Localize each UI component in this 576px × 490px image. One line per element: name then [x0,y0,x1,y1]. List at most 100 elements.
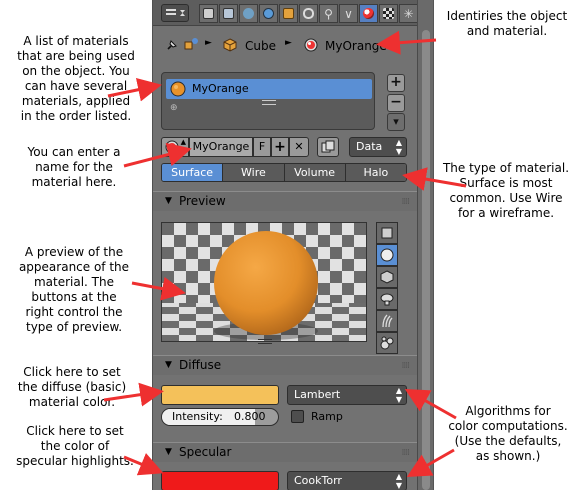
preview-resize-grip[interactable] [258,339,272,344]
ramp-checkbox[interactable] [291,410,304,423]
preview-plane-button[interactable] [376,222,398,244]
breadcrumb-separator: ► [205,38,212,48]
material-browse-icon [165,140,179,154]
intensity-value: 0.800 [234,410,266,423]
collapse-triangle-icon: ▼ [165,447,172,457]
ramp-label: Ramp [311,410,343,423]
add-slot-button[interactable]: + [387,74,405,92]
object-icon [184,38,198,50]
diffuse-section-header[interactable]: ▼ Diffuse ⁞⁞⁞⁞ [153,355,417,376]
specular-section-header[interactable]: ▼ Specular ⁞⁞⁞⁞ [153,442,417,463]
diffuse-shader-value: Lambert [294,388,341,401]
drag-grip-icon[interactable]: ⁞⁞⁞⁞ [402,444,411,463]
cube-icon [223,38,237,52]
collapse-triangle-icon: ▼ [165,196,172,206]
annotation-algorithms: Algorithms for color computations. (Use … [448,404,568,463]
copy-material-button[interactable] [317,137,339,157]
remove-slot-button[interactable]: − [387,94,405,112]
new-material-button[interactable]: + [271,137,289,157]
material-name-input[interactable]: MyOrange [189,137,253,157]
preview-hair-button[interactable] [376,310,398,332]
diffuse-shader-dropdown[interactable]: Lambert ▲ ▼ [287,385,407,405]
preview-sphere-button[interactable] [376,244,398,266]
tab-wire[interactable]: Wire [223,164,285,181]
specular-shader-dropdown[interactable]: CookTorr ▲ ▼ [287,471,407,490]
render-layers-context-icon[interactable] [219,4,238,23]
texture-context-icon[interactable] [379,4,398,23]
material-context-icon[interactable] [359,4,378,23]
sphere-icon [380,248,394,262]
object-context-icon[interactable] [279,4,298,23]
breadcrumb-object: Cube [245,39,276,53]
breadcrumb-material: MyOrange [325,39,387,53]
material-preview [161,222,367,342]
annotation-identify: Identiries the object and material. [446,9,568,38]
tab-volume[interactable]: Volume [284,164,346,181]
material-slots-list: MyOrange ⊕ [161,72,375,130]
annotation-material-type: The type of material. Surface is most co… [442,161,570,220]
cube-icon [380,270,394,284]
modifiers-context-icon[interactable]: ⚲ [319,4,338,23]
preview-section-header[interactable]: ▼ Preview ⁞⁞⁞⁞ [153,191,417,212]
link-dropdown-value: Data [356,140,383,153]
list-resize-grip[interactable] [262,100,276,105]
collapse-triangle-icon: ▼ [165,360,172,370]
add-filter-icon[interactable]: ⊕ [170,103,178,113]
preview-section-title: Preview [179,194,226,208]
diffuse-color-swatch[interactable] [161,385,279,405]
render-context-icon[interactable] [199,4,218,23]
copy-icon [321,140,335,153]
slot-specials-button[interactable]: ▾ [387,113,405,131]
unlink-material-button[interactable]: ✕ [289,137,309,157]
list-item-label: MyOrange [192,82,249,95]
specular-shader-value: CookTorr [294,474,342,487]
intensity-label: Intensity: [172,410,223,423]
tab-halo[interactable]: Halo [345,164,406,181]
annotation-preview: A preview of the appearance of the mater… [18,245,130,334]
annotation-name-field: You can enter a name for the material he… [27,145,121,189]
orange-material-icon [170,81,186,97]
annotation-specular: Click here to set the color of specular … [16,424,134,468]
breadcrumb: ► Cube ► MyOrange [153,28,417,62]
sphere-monster-icon [380,336,394,350]
chevron-updown-icon: ▲ ▼ [395,386,402,404]
world-context-icon[interactable] [259,4,278,23]
material-type-tabs: Surface Wire Volume Halo [161,163,407,182]
preview-monkey-button[interactable] [376,288,398,310]
panel-scrollbar[interactable] [418,0,434,490]
fake-user-button[interactable]: F [253,137,271,157]
drag-grip-icon[interactable]: ⁞⁞⁞⁞ [402,357,411,376]
tab-surface[interactable]: Surface [162,164,224,181]
diffuse-intensity-slider[interactable]: Intensity: 0.800 [161,408,279,426]
breadcrumb-separator: ► [285,38,292,48]
link-dropdown[interactable]: Data ▲ ▼ [349,137,407,157]
scrollbar-thumb[interactable] [422,30,430,490]
monkey-icon [380,293,394,306]
particles-context-icon[interactable]: ✳ [399,4,417,23]
editor-type-button[interactable] [161,4,189,22]
preview-cube-button[interactable] [376,266,398,288]
hair-icon [382,314,393,328]
data-context-icon[interactable]: ∨ [339,4,358,23]
preview-sphere [214,231,318,335]
chevron-updown-icon: ▲ ▼ [395,472,402,490]
browse-material-button[interactable]: ▲ ▼ [161,137,189,157]
constraints-context-icon[interactable] [299,4,318,23]
preview-sphere-monster-button[interactable] [376,332,398,354]
preview-render [162,223,366,341]
plane-icon [381,227,393,239]
chevron-updown-icon: ▲ ▼ [180,138,186,155]
chevron-updown-icon: ▲ ▼ [395,138,402,156]
pin-icon[interactable] [165,38,179,52]
scene-context-icon[interactable] [239,4,258,23]
properties-header: ⚲ ∨ ✳ [153,0,417,26]
material-icon [304,38,318,52]
specular-color-swatch[interactable] [161,471,279,490]
list-item[interactable]: MyOrange [166,79,372,99]
annotation-diffuse: Click here to set the diffuse (basic) ma… [17,365,127,409]
drag-grip-icon[interactable]: ⁞⁞⁞⁞ [402,193,411,212]
properties-panel: ⚲ ∨ ✳ ► Cube ► MyOrange MyOrange ⊕ + − ▾… [152,0,418,490]
specular-section-title: Specular [179,445,232,459]
annotation-materials-list: A list of materials that are being used … [17,34,135,123]
diffuse-section-title: Diffuse [179,358,222,372]
